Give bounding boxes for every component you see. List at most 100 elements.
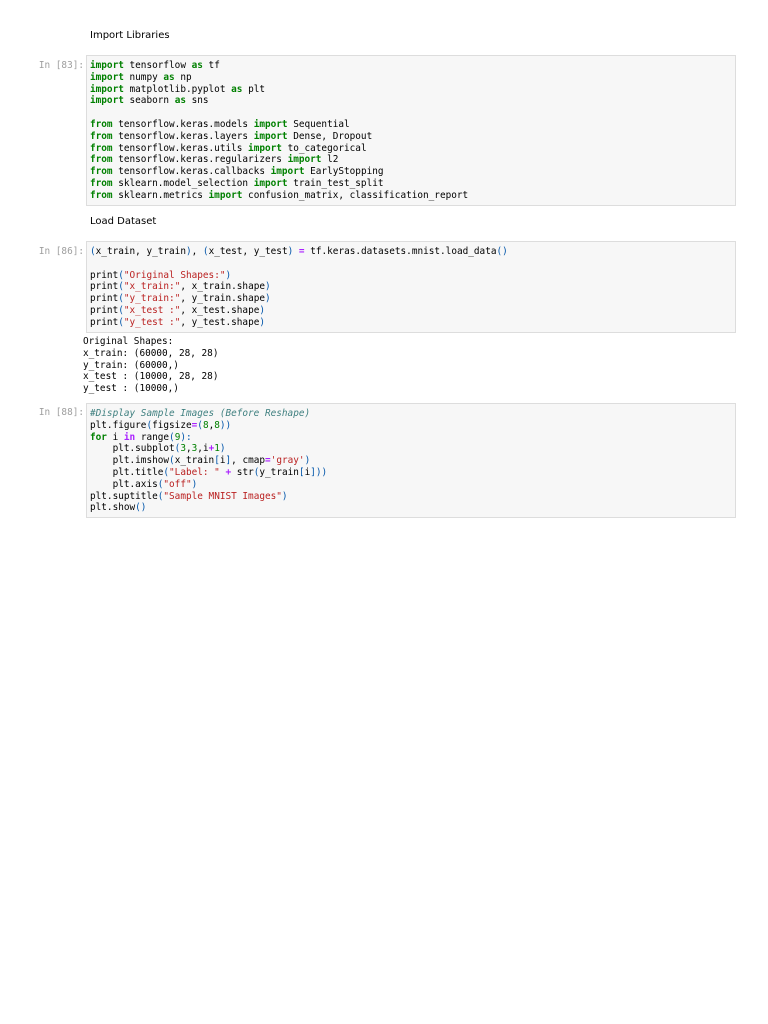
code-block[interactable]: #Display Sample Images (Before Reshape) p… bbox=[90, 408, 732, 514]
code-token: from bbox=[90, 154, 113, 166]
code-line: from tensorflow.keras.utils import to_ca… bbox=[90, 143, 732, 155]
code-line: print("Original Shapes:") bbox=[90, 270, 732, 282]
output-line: y_test : (10000,) bbox=[83, 383, 179, 395]
code-token: tensorflow.keras.layers bbox=[112, 130, 254, 142]
code-token: import bbox=[287, 154, 322, 166]
code-token: sns bbox=[185, 95, 209, 107]
cell-prompt: In [88]: bbox=[38, 407, 84, 418]
code-line: #Display Sample Images (Before Reshape) bbox=[90, 408, 732, 420]
code-token: 'gray' bbox=[270, 455, 305, 467]
code-token: range bbox=[135, 431, 170, 443]
code-token: tensorflow.keras.models bbox=[112, 118, 254, 130]
code-cell-imports[interactable]: import tensorflow as tf import numpy as n… bbox=[86, 55, 736, 206]
code-token: , x_train.shape bbox=[180, 281, 266, 293]
code-token: import bbox=[90, 71, 124, 83]
code-line: import seaborn as sns bbox=[90, 95, 732, 107]
code-token: sklearn.metrics bbox=[112, 189, 209, 201]
output-line: Original Shapes: bbox=[83, 336, 174, 347]
code-token: plt.title bbox=[90, 466, 164, 478]
code-line: plt.subplot(3,3,i+1) bbox=[90, 443, 732, 455]
code-token: , y_train.shape bbox=[180, 293, 266, 305]
code-cell-display-images[interactable]: #Display Sample Images (Before Reshape) p… bbox=[86, 403, 736, 518]
code-token: tf.keras.datasets.mnist.load_data bbox=[304, 246, 497, 257]
code-token: #Display Sample Images (Before Reshape) bbox=[90, 408, 311, 419]
code-line: plt.figure(figsize=(8,8)) bbox=[90, 420, 732, 432]
code-token: in bbox=[123, 431, 136, 443]
code-token: import bbox=[208, 189, 243, 201]
code-line: print("x_train:", x_train.shape) bbox=[90, 281, 732, 293]
code-line: from tensorflow.keras.layers import Dens… bbox=[90, 131, 732, 143]
code-token: )) bbox=[219, 419, 232, 431]
code-token: np bbox=[174, 71, 192, 83]
code-line: from tensorflow.keras.regularizers impor… bbox=[90, 154, 732, 166]
output-line: x_test : (10000, 28, 28) bbox=[83, 371, 219, 383]
code-line: plt.suptitle("Sample MNIST Images") bbox=[90, 491, 732, 503]
code-token: ) bbox=[219, 443, 226, 455]
code-token: plt.suptitle bbox=[90, 490, 158, 502]
code-line: import tensorflow as tf bbox=[90, 60, 732, 72]
code-token: , bbox=[191, 246, 203, 257]
code-token: tensorflow.keras.regularizers bbox=[112, 154, 288, 166]
code-line: plt.imshow(x_train[i], cmap='gray') bbox=[90, 455, 732, 467]
code-line: from sklearn.metrics import confusion_ma… bbox=[90, 190, 732, 202]
code-token: as bbox=[163, 71, 175, 83]
code-token: print bbox=[90, 304, 119, 316]
code-token: train_test_split bbox=[287, 177, 384, 189]
markdown-heading-import: Import Libraries bbox=[90, 30, 170, 41]
code-cell-load-data[interactable]: (x_train, y_train), (x_test, y_test) = t… bbox=[86, 241, 736, 333]
code-token: "Original Shapes:" bbox=[123, 269, 226, 281]
code-token: ])) bbox=[310, 466, 328, 478]
code-token: ) bbox=[265, 281, 271, 293]
code-token: to_categorical bbox=[281, 142, 367, 154]
code-token: plt.subplot bbox=[90, 443, 175, 455]
code-token: from bbox=[90, 130, 113, 142]
code-token: "Sample MNIST Images" bbox=[163, 490, 282, 502]
code-token: matplotlib.pyplot bbox=[123, 83, 232, 95]
code-token: ) bbox=[259, 316, 266, 328]
code-token: "Label: " bbox=[169, 466, 220, 478]
code-line: from tensorflow.keras.models import Sequ… bbox=[90, 119, 732, 131]
code-token: "y_train:" bbox=[123, 293, 181, 305]
code-token: import bbox=[90, 83, 124, 95]
code-block[interactable]: import tensorflow as tf import numpy as n… bbox=[90, 60, 732, 202]
code-token: EarlyStopping bbox=[304, 166, 384, 178]
code-token: as bbox=[174, 95, 186, 107]
code-token: numpy bbox=[123, 71, 164, 83]
code-token: ) bbox=[265, 293, 271, 305]
code-token: ) bbox=[225, 269, 232, 281]
code-token: from bbox=[90, 177, 113, 189]
code-token: x_test, y_test bbox=[208, 246, 288, 257]
code-token: plt.imshow bbox=[90, 455, 170, 467]
code-token: Dense, Dropout bbox=[287, 130, 373, 142]
code-token: import bbox=[253, 177, 288, 189]
code-token: () bbox=[496, 246, 508, 257]
code-token: import bbox=[253, 118, 288, 130]
code-token: y_train bbox=[259, 466, 299, 478]
code-line: print("y_train:", y_train.shape) bbox=[90, 293, 732, 305]
code-block[interactable]: (x_train, y_train), (x_test, y_test) = t… bbox=[90, 246, 732, 329]
code-token: str bbox=[231, 466, 254, 478]
code-token: import bbox=[270, 166, 305, 178]
code-line: print("x_test :", x_test.shape) bbox=[90, 305, 732, 317]
code-token: ) bbox=[281, 490, 288, 502]
code-token: from bbox=[90, 166, 113, 178]
code-token: plt.axis bbox=[90, 478, 158, 490]
output-line: x_train: (60000, 28, 28) bbox=[83, 347, 219, 359]
code-line: import numpy as np bbox=[90, 72, 732, 84]
code-token: from bbox=[90, 189, 113, 201]
code-line: print("y_test :", y_test.shape) bbox=[90, 317, 732, 329]
output-line: y_train: (60000,) bbox=[83, 359, 179, 371]
code-token: "x_test :" bbox=[123, 304, 181, 316]
cell-prompt: In [83]: bbox=[38, 60, 84, 71]
code-token: plt bbox=[242, 83, 265, 95]
code-line: (x_train, y_train), (x_test, y_test) = t… bbox=[90, 246, 732, 258]
cell-prompt: In [86]: bbox=[38, 246, 84, 257]
code-token: , x_test.shape bbox=[180, 304, 260, 316]
code-token: from bbox=[90, 142, 113, 154]
code-token: tf bbox=[202, 60, 220, 71]
code-token: as bbox=[191, 60, 203, 71]
code-line: plt.axis("off") bbox=[90, 479, 732, 491]
code-token: as bbox=[231, 83, 243, 95]
